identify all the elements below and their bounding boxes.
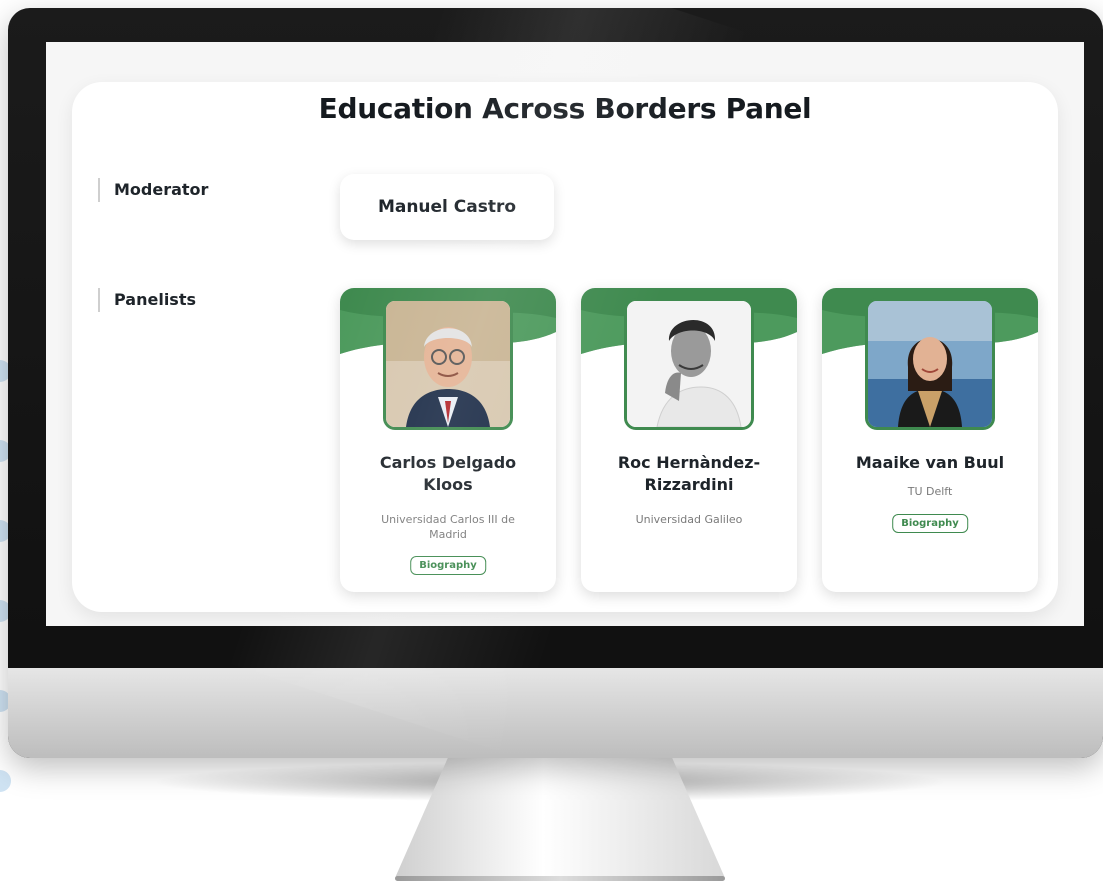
panelists-label: Panelists xyxy=(98,288,196,312)
monitor-base xyxy=(395,876,725,881)
affiliation-line: TU Delft xyxy=(907,485,953,498)
panelist-photo xyxy=(865,298,995,430)
panelist-card[interactable]: Roc Hernàndez- Rizzardini Universidad Ga… xyxy=(581,288,797,592)
portrait-woman-icon xyxy=(868,301,992,427)
panelist-affiliation: TU Delft xyxy=(840,484,1020,499)
moderator-name: Manuel Castro xyxy=(377,197,517,217)
affiliation-line: Universidad Galileo xyxy=(635,513,743,526)
panelist-name-line: Rizzardini xyxy=(644,475,734,494)
panelist-name-line: Carlos Delgado xyxy=(379,453,517,472)
panelist-affiliation: Universidad Galileo xyxy=(599,512,779,527)
biography-button[interactable]: Biography xyxy=(410,556,486,575)
panelist-affiliation: Universidad Carlos III de Madrid xyxy=(358,512,538,542)
screen: Education Across Borders Panel Moderator… xyxy=(46,42,1084,626)
panelist-name-line: Roc Hernàndez- xyxy=(617,453,761,472)
panelist-photo xyxy=(383,298,513,430)
panelist-name: Maaike van Buul xyxy=(832,452,1028,474)
panelist-card[interactable]: Carlos Delgado Kloos Universidad Carlos … xyxy=(340,288,556,592)
panel-section: Education Across Borders Panel Moderator… xyxy=(72,82,1058,612)
moderator-card[interactable]: Manuel Castro xyxy=(340,174,554,240)
panelist-card[interactable]: Maaike van Buul TU Delft Biography xyxy=(822,288,1038,592)
moderator-label: Moderator xyxy=(98,178,208,202)
affiliation-line: Universidad Carlos III de xyxy=(381,513,515,526)
panelist-name-line: Maaike van Buul xyxy=(855,453,1005,472)
decorative-dot xyxy=(0,770,11,792)
panel-title: Education Across Borders Panel xyxy=(318,92,812,125)
biography-button[interactable]: Biography xyxy=(892,514,968,533)
affiliation-line: Madrid xyxy=(429,528,467,541)
monitor-stand xyxy=(395,758,725,878)
panelist-photo xyxy=(624,298,754,430)
portrait-man-bw-icon xyxy=(627,301,751,427)
panelist-name: Roc Hernàndez- Rizzardini xyxy=(591,452,787,496)
panelist-name-line: Kloos xyxy=(423,475,473,494)
panelist-name: Carlos Delgado Kloos xyxy=(350,452,546,496)
portrait-man-glasses-icon xyxy=(386,301,510,427)
monitor: Education Across Borders Panel Moderator… xyxy=(8,8,1103,758)
monitor-chin xyxy=(8,668,1103,758)
